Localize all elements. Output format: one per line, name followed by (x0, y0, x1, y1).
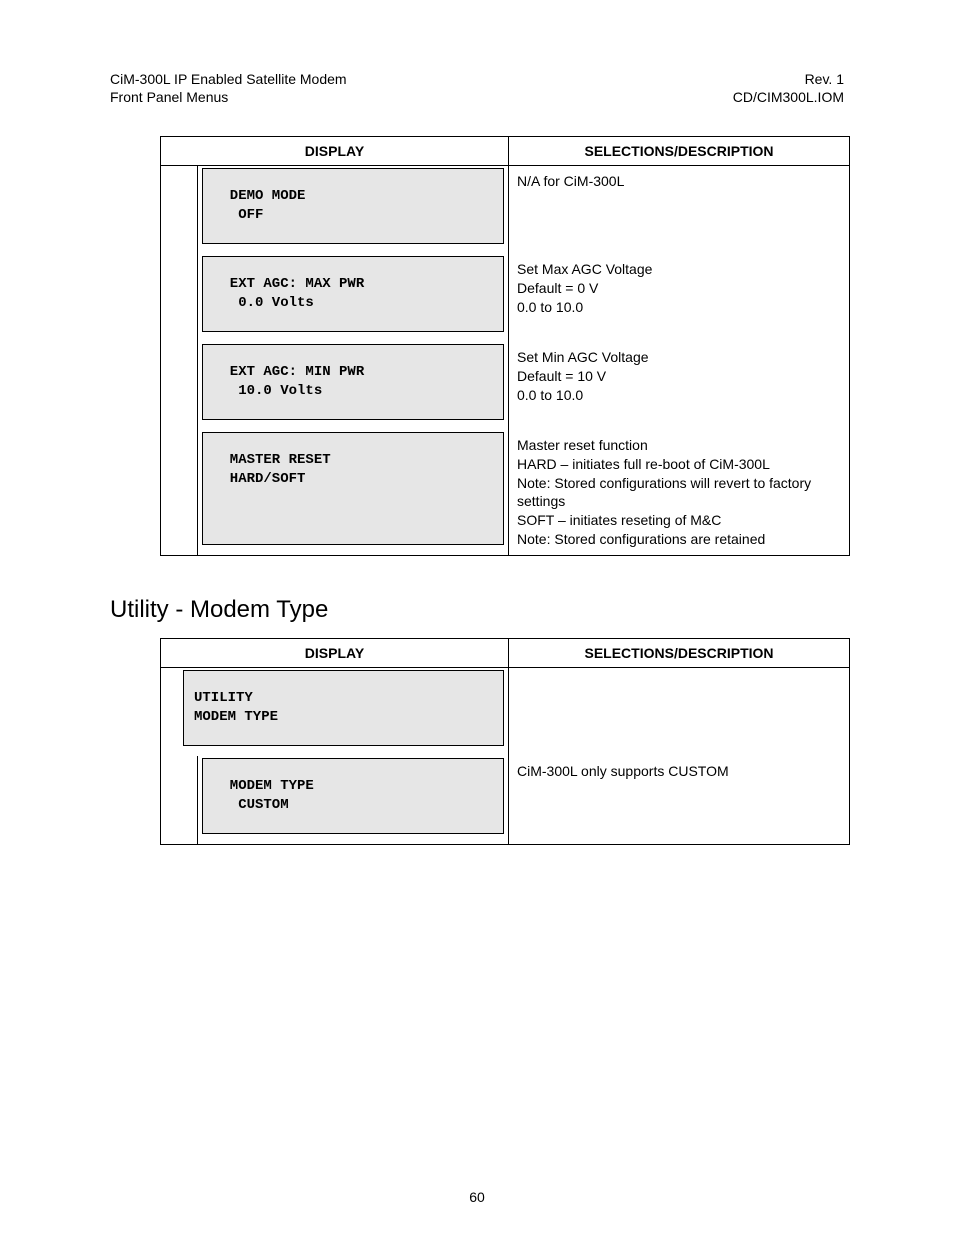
header-left: CiM-300L IP Enabled Satellite Modem Fron… (110, 70, 347, 106)
table-header-row: DISPLAY SELECTIONS/DESCRIPTION (161, 639, 849, 668)
header-left-line2: Front Panel Menus (110, 88, 347, 106)
lcd-display-text: DEMO MODE OFF (202, 168, 504, 244)
th-description: SELECTIONS/DESCRIPTION (509, 137, 849, 166)
lcd-display-text: EXT AGC: MIN PWR 10.0 Volts (202, 344, 504, 420)
header-right: Rev. 1 CD/CIM300L.IOM (733, 70, 844, 106)
display-cell: EXT AGC: MIN PWR 10.0 Volts (161, 342, 509, 430)
indent-spacer (161, 166, 198, 254)
header-right-line1: Rev. 1 (733, 70, 844, 88)
description-cell: Set Max AGC VoltageDefault = 0 V0.0 to 1… (509, 254, 849, 342)
description-cell: Master reset functionHARD – initiates fu… (509, 430, 849, 555)
th-display: DISPLAY (161, 639, 509, 668)
description-cell: CiM-300L only supports CUSTOM (509, 756, 849, 844)
display-cell: DEMO MODE OFF (161, 166, 509, 254)
display-cell: UTILITY MODEM TYPE (161, 668, 509, 756)
description-cell: N/A for CiM-300L (509, 166, 849, 254)
table-row: EXT AGC: MAX PWR 0.0 Volts Set Max AGC V… (161, 254, 849, 342)
indent-spacer (161, 254, 198, 342)
indent-spacer (161, 342, 198, 430)
header-left-line1: CiM-300L IP Enabled Satellite Modem (110, 70, 347, 88)
table-row: EXT AGC: MIN PWR 10.0 Volts Set Min AGC … (161, 342, 849, 430)
table-display-selections: DISPLAY SELECTIONS/DESCRIPTION DEMO MODE… (160, 136, 850, 556)
header-right-line2: CD/CIM300L.IOM (733, 88, 844, 106)
table-row: MASTER RESET HARD/SOFT Master reset func… (161, 430, 849, 555)
display-cell: MODEM TYPE CUSTOM (161, 756, 509, 844)
indent-spacer (161, 430, 198, 555)
description-cell (509, 668, 849, 756)
description-cell: Set Min AGC VoltageDefault = 10 V0.0 to … (509, 342, 849, 430)
lcd-display-text: MASTER RESET HARD/SOFT (202, 432, 504, 545)
document-page: CiM-300L IP Enabled Satellite Modem Fron… (0, 0, 954, 1235)
page-number: 60 (0, 1189, 954, 1205)
table-header-row: DISPLAY SELECTIONS/DESCRIPTION (161, 137, 849, 166)
lcd-display-text: EXT AGC: MAX PWR 0.0 Volts (202, 256, 504, 332)
section-heading: Utility - Modem Type (110, 596, 844, 624)
table-row: UTILITY MODEM TYPE (161, 668, 849, 756)
th-description: SELECTIONS/DESCRIPTION (509, 639, 849, 668)
table-row: DEMO MODE OFF N/A for CiM-300L (161, 166, 849, 254)
lcd-display-text: UTILITY MODEM TYPE (183, 670, 504, 746)
lcd-display-text: MODEM TYPE CUSTOM (202, 758, 504, 834)
indent-spacer (161, 756, 198, 844)
page-header: CiM-300L IP Enabled Satellite Modem Fron… (110, 70, 844, 106)
table-utility-modem-type: DISPLAY SELECTIONS/DESCRIPTION UTILITY M… (160, 638, 850, 845)
display-cell: EXT AGC: MAX PWR 0.0 Volts (161, 254, 509, 342)
table-row: MODEM TYPE CUSTOM CiM-300L only supports… (161, 756, 849, 844)
display-cell: MASTER RESET HARD/SOFT (161, 430, 509, 555)
th-display: DISPLAY (161, 137, 509, 166)
